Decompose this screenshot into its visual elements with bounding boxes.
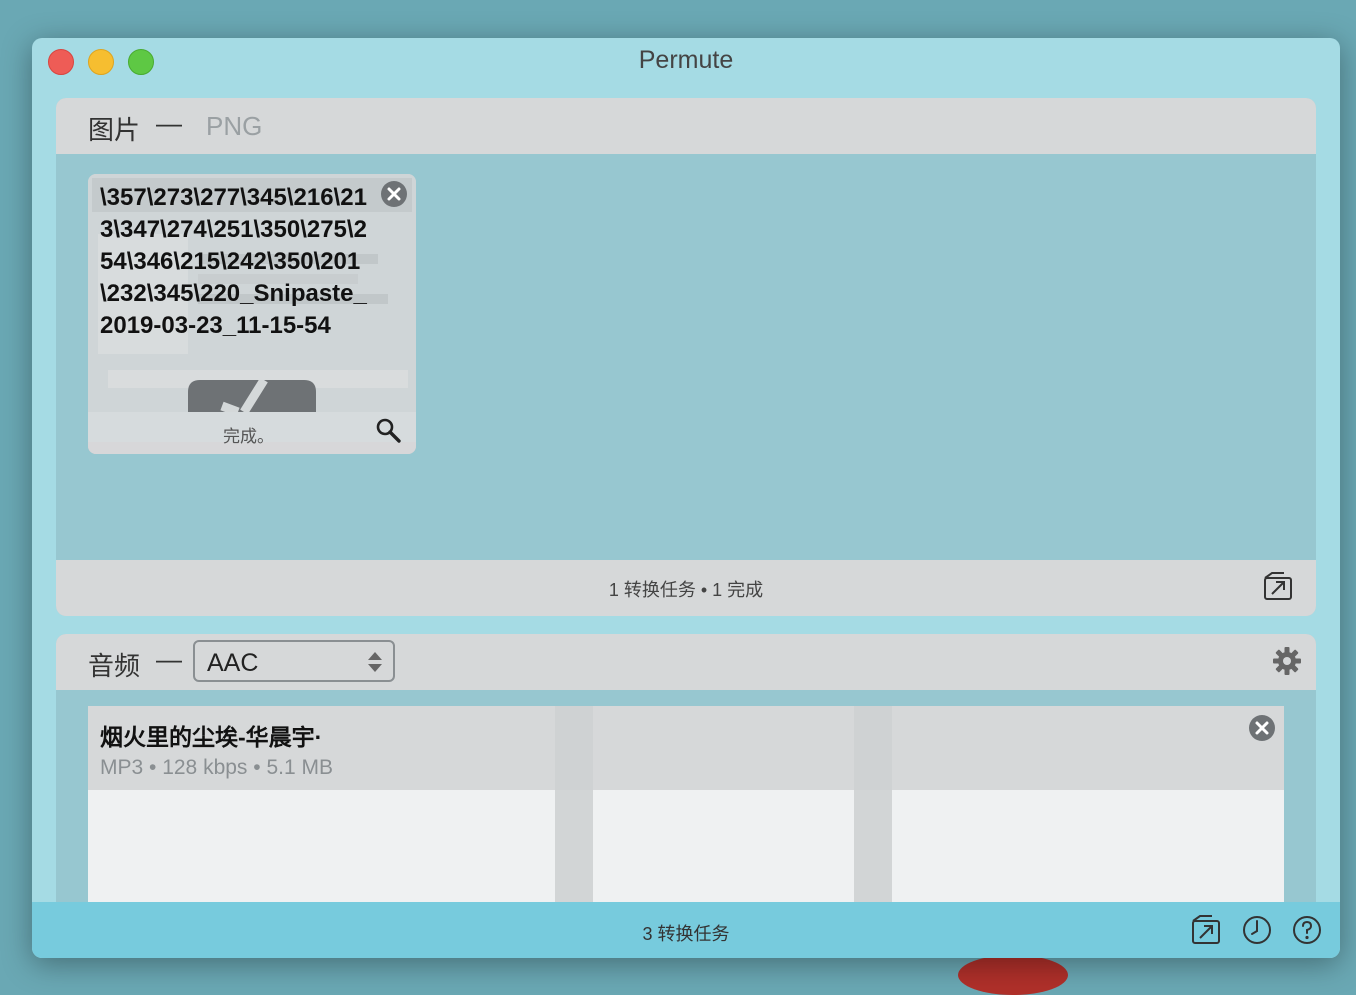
image-task-card[interactable]: \357\273\277\345\216\213\347\274\251\350…	[88, 174, 416, 454]
stepper-arrows-icon	[368, 652, 382, 672]
permute-window: Permute 图片 — PNG \357\273\277\345\216\21…	[32, 38, 1340, 958]
close-icon[interactable]	[380, 180, 408, 208]
audio-file-title: 烟火里的尘埃-华晨宇·	[100, 724, 323, 750]
album-art-element	[555, 706, 593, 790]
image-section: 图片 — PNG \357\273\277\345\216\213\347\27…	[56, 98, 1316, 616]
history-clock-icon[interactable]	[1241, 914, 1273, 946]
album-art-element	[854, 706, 892, 790]
separator: —	[156, 108, 182, 138]
audio-format-select[interactable]: AAC	[193, 640, 395, 682]
separator: —	[156, 644, 182, 674]
help-icon[interactable]	[1291, 914, 1323, 946]
bottom-toolbar: 3 转换任务	[32, 902, 1340, 958]
checkmark-icon	[188, 380, 316, 412]
desktop-background-object	[958, 955, 1068, 995]
audio-section-header: 音频 — AAC	[56, 634, 1316, 690]
image-section-footer: 1 转换任务 • 1 完成	[56, 560, 1316, 616]
task-status: 完成。	[223, 427, 274, 446]
gear-icon[interactable]	[1272, 646, 1302, 676]
close-icon[interactable]	[1248, 714, 1276, 742]
image-file-name: \357\273\277\345\216\213\347\274\251\350…	[100, 184, 367, 339]
audio-category-label: 音频	[88, 651, 141, 681]
audio-format-value: AAC	[207, 649, 259, 677]
open-output-folder-icon[interactable]	[1262, 572, 1294, 602]
total-tasks-label: 3 转换任务	[642, 924, 730, 944]
audio-file-meta: MP3 • 128 kbps • 5.1 MB	[100, 756, 333, 779]
image-output-format: PNG	[206, 111, 263, 141]
image-section-header: 图片 — PNG	[56, 98, 1316, 154]
image-category-label: 图片	[88, 115, 141, 145]
image-task-summary: 1 转换任务 • 1 完成	[608, 580, 764, 600]
open-output-folder-icon[interactable]	[1190, 914, 1222, 946]
title-bar: Permute	[32, 38, 1340, 88]
window-title: Permute	[638, 46, 734, 74]
reveal-in-finder-icon[interactable]	[374, 416, 402, 444]
